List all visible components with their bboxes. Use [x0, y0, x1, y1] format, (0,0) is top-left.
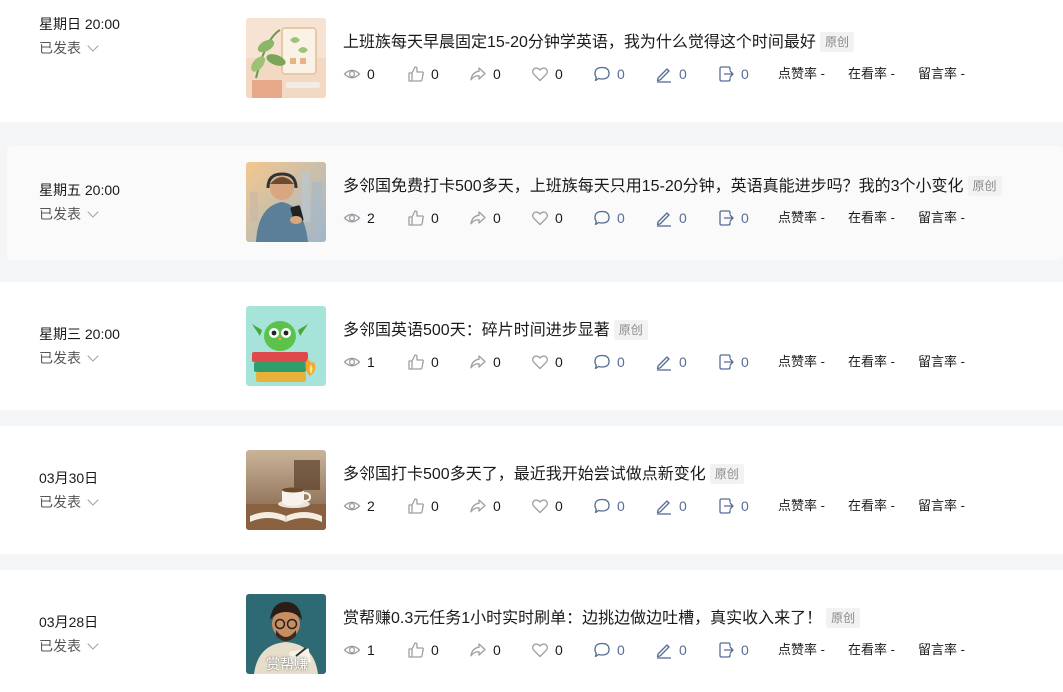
status-label: 已发表 [39, 638, 81, 654]
article-list: 星期日 20:00 已发表 上班族每天早晨固定15-20分钟学英语，我为什么觉得… [0, 0, 1063, 692]
comment-rate: 留言率 - [918, 66, 965, 81]
watch-rate: 在看率 - [848, 66, 895, 81]
status-dropdown[interactable]: 已发表 [39, 493, 99, 511]
original-badge: 原创 [709, 464, 744, 484]
like-rate: 点赞率 - [778, 642, 825, 657]
publish-date: 03月30日 [39, 470, 99, 486]
comment-rate: 留言率 - [918, 498, 965, 513]
comment-rate: 留言率 - [918, 642, 965, 657]
status-label: 已发表 [39, 206, 81, 222]
original-badge: 原创 [819, 32, 854, 52]
article-title[interactable]: 多邻国打卡500多天了，最近我开始尝试做点新变化 原创 [343, 464, 744, 486]
status-dropdown[interactable]: 已发表 [39, 637, 99, 655]
status-label: 已发表 [39, 494, 81, 510]
thumbnail-caption: 赏帮赚 [266, 656, 308, 672]
article-title-text: 上班族每天早晨固定15-20分钟学英语，我为什么觉得这个时间最好 [343, 34, 816, 51]
article-title-text: 多邻国打卡500多天了，最近我开始尝试做点新变化 [343, 466, 706, 483]
original-badge: 原创 [826, 608, 861, 628]
like-rate: 点赞率 - [778, 66, 825, 81]
publish-date: 03月28日 [39, 614, 99, 630]
article-card: 星期日 20:00 已发表 上班族每天早晨固定15-20分钟学英语，我为什么觉得… [0, 0, 1063, 122]
chevron-down-icon [87, 350, 99, 362]
comment-rate: 留言率 - [918, 354, 965, 369]
original-badge: 原创 [613, 320, 648, 340]
status-label: 已发表 [39, 40, 81, 56]
status-dropdown[interactable]: 已发表 [39, 349, 99, 367]
watch-rate: 在看率 - [848, 354, 895, 369]
article-card: 星期五 20:00 已发表 多邻国免费打卡500多天，上班族每天只用15-20分… [7, 146, 1063, 260]
article-title[interactable]: 多邻国免费打卡500多天，上班族每天只用15-20分钟，英语真能进步吗？我的3个… [343, 176, 1002, 198]
watch-rate: 在看率 - [848, 210, 895, 225]
article-card: 03月28日 已发表 赏帮赚 赏帮赚0.3元任务1小时实时刷单：边挑边做边吐槽，… [0, 570, 1063, 692]
watch-rate: 在看率 - [848, 498, 895, 513]
like-rate: 点赞率 - [778, 354, 825, 369]
article-thumbnail[interactable] [246, 162, 326, 242]
status-dropdown[interactable]: 已发表 [39, 205, 99, 223]
like-rate: 点赞率 - [778, 210, 825, 225]
article-title[interactable]: 赏帮赚0.3元任务1小时实时刷单：边挑边做边吐槽，真实收入来了！ 原创 [343, 608, 861, 630]
article-title-text: 多邻国免费打卡500多天，上班族每天只用15-20分钟，英语真能进步吗？我的3个… [343, 178, 964, 195]
article-thumbnail[interactable]: 赏帮赚 [246, 594, 326, 674]
chevron-down-icon [87, 40, 99, 52]
publish-date: 星期三 20:00 [39, 326, 120, 342]
status-label: 已发表 [39, 350, 81, 366]
status-dropdown[interactable]: 已发表 [39, 39, 99, 57]
article-title[interactable]: 上班族每天早晨固定15-20分钟学英语，我为什么觉得这个时间最好 原创 [343, 32, 854, 54]
comment-rate: 留言率 - [918, 210, 965, 225]
article-title[interactable]: 多邻国英语500天：碎片时间进步显著 原创 [343, 320, 648, 342]
article-thumbnail[interactable] [246, 306, 326, 386]
article-card: 星期三 20:00 已发表 多邻国英语500天：碎片时间进步显著 原创 1 0 0 [0, 282, 1063, 410]
watch-rate: 在看率 - [848, 642, 895, 657]
chevron-down-icon [87, 206, 99, 218]
original-badge: 原创 [967, 176, 1002, 196]
publish-date: 星期日 20:00 [39, 16, 120, 32]
article-thumbnail[interactable] [246, 18, 326, 98]
article-title-text: 赏帮赚0.3元任务1小时实时刷单：边挑边做边吐槽，真实收入来了！ [343, 610, 823, 627]
chevron-down-icon [87, 494, 99, 506]
publish-date: 星期五 20:00 [39, 182, 120, 198]
like-rate: 点赞率 - [778, 498, 825, 513]
article-title-text: 多邻国英语500天：碎片时间进步显著 [343, 322, 610, 339]
article-thumbnail[interactable] [246, 450, 326, 530]
article-card: 03月30日 已发表 多邻国打卡500多天了，最近我开始尝试做点新变化 原创 2 … [0, 426, 1063, 554]
chevron-down-icon [87, 638, 99, 650]
